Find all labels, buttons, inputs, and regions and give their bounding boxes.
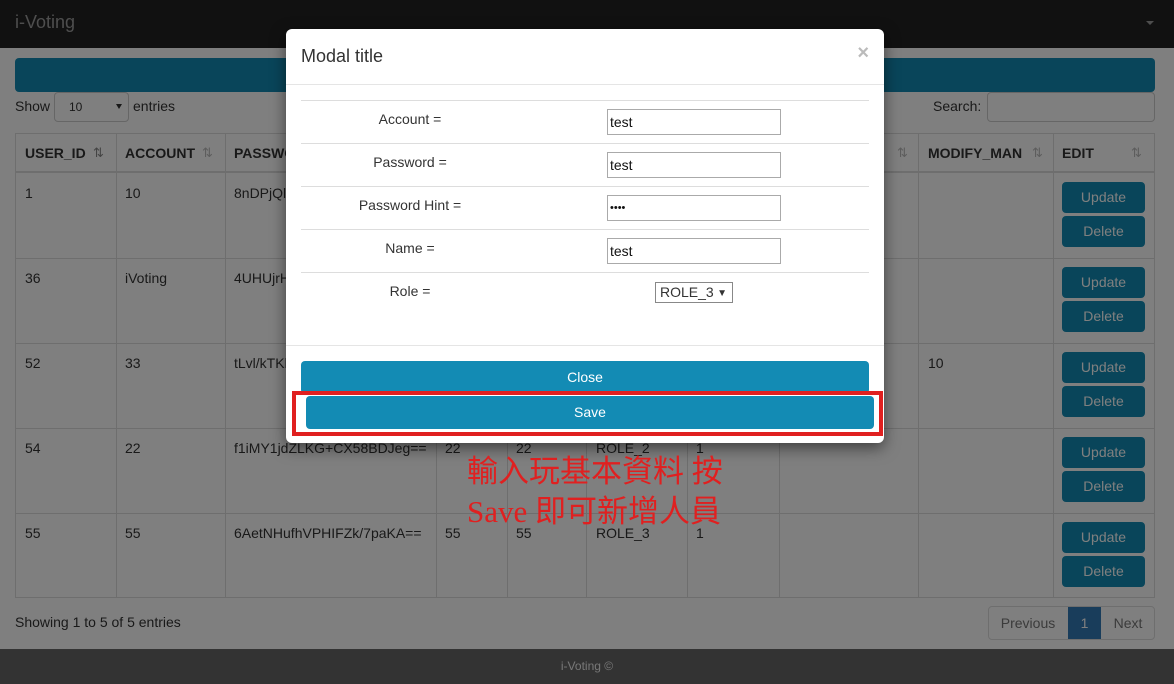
name-field[interactable]: test [607, 238, 781, 264]
password-label: Password = [373, 154, 447, 170]
name-label: Name = [385, 240, 435, 256]
form-divider [301, 143, 869, 144]
save-highlight-box [292, 391, 883, 436]
password-hint-label: Password Hint = [358, 197, 462, 213]
form-divider [301, 272, 869, 273]
form-divider [301, 100, 869, 101]
account-label: Account = [378, 111, 442, 127]
dropdown-arrow-icon: ▼ [717, 288, 727, 299]
account-field[interactable]: test [607, 109, 781, 135]
annotation-line-2: Save 即可新增人員 [467, 494, 722, 529]
modal-footer-divider [286, 345, 884, 346]
form-divider [301, 186, 869, 187]
modal-title: Modal title [301, 46, 384, 66]
form-divider [301, 229, 869, 230]
instruction-annotation: 輸入玩基本資料 按 Save 即可新增人員 [467, 452, 767, 532]
close-button[interactable]: Close [301, 361, 869, 394]
role-select[interactable]: ROLE_3 ▼ [655, 282, 733, 303]
annotation-line-1: 輸入玩基本資料 按 [467, 454, 723, 489]
modal-header-divider [286, 84, 884, 85]
role-select-value: ROLE_3 [660, 284, 714, 300]
role-label: Role = [389, 283, 431, 299]
add-user-modal: Modal title × Account = test Password = … [286, 29, 884, 443]
password-hint-field[interactable]: •••• [607, 195, 781, 221]
password-field[interactable]: test [607, 152, 781, 178]
close-icon[interactable]: × [857, 42, 869, 65]
